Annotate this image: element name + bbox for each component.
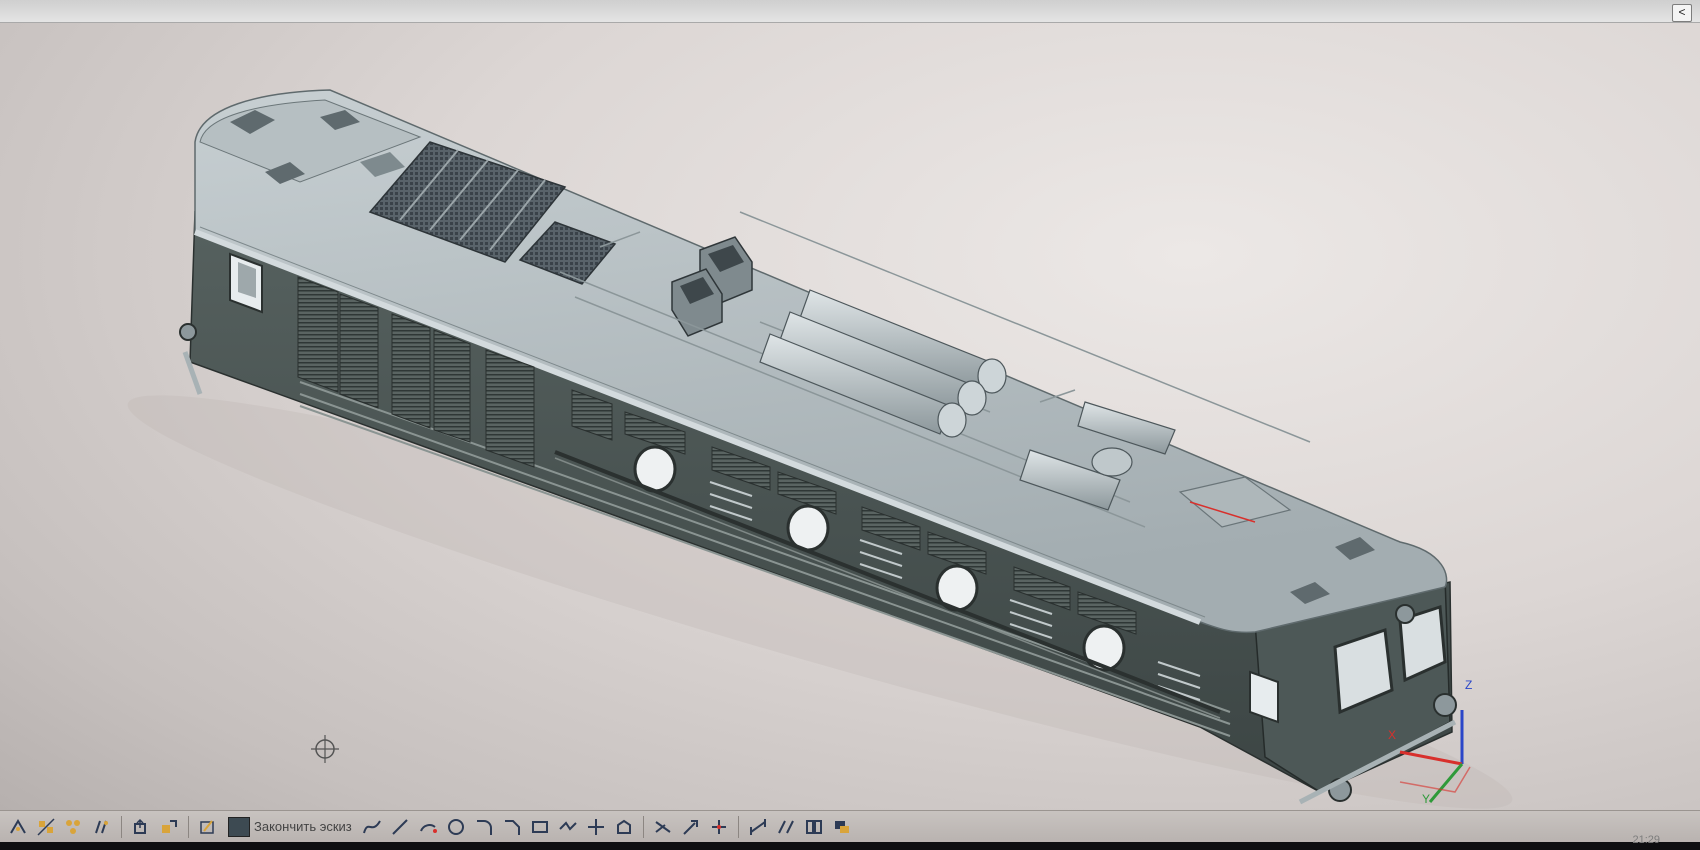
toolbar-separator [188,815,189,838]
crosshair-cursor-icon [311,735,339,763]
chamfer-icon[interactable] [500,815,524,839]
toolbar-separator [121,815,122,838]
align-icon[interactable] [774,815,798,839]
trim-line-icon[interactable] [651,815,675,839]
chevron-left-icon: < [1678,5,1686,19]
axis-x-label: X [1388,728,1397,742]
finish-sketch-button[interactable]: Закончить эскиз [224,816,356,837]
locomotive-body-model [127,89,1513,809]
monitor-screen: < Z X Y Закончить эскиз 21:29 [0,0,1700,850]
sketch-toolbar: Закончить эскиз [0,810,1700,842]
trim-icon[interactable] [6,815,30,839]
project-icon[interactable] [129,815,153,839]
point-icon[interactable] [584,815,608,839]
extend-icon[interactable] [679,815,703,839]
toolbar-separator [737,815,739,838]
split-icon[interactable] [707,815,731,839]
finish-sketch-label: Закончить эскиз [254,819,352,834]
mirror-icon[interactable] [34,815,58,839]
line-icon[interactable] [388,815,412,839]
pattern-icon[interactable] [62,815,86,839]
collapse-panel-button[interactable]: < [1672,4,1692,22]
display-icon[interactable] [830,815,854,839]
axis-z-label: Z [1465,678,1473,692]
taskbar-clock: 21:29 [1632,834,1660,846]
constraint-icon[interactable] [157,815,181,839]
polygon-line-icon[interactable] [556,815,580,839]
window-title-strip: < [0,0,1700,23]
os-taskbar [0,842,1700,850]
shape-icon[interactable] [612,815,636,839]
rectangle-icon[interactable] [528,815,552,839]
axis-y-label: Y [1422,792,1431,806]
circle-icon[interactable] [444,815,468,839]
finish-sketch-icon [228,816,250,837]
spline-icon[interactable] [360,815,384,839]
dimension-icon[interactable] [746,815,770,839]
toolbar-separator [642,815,644,838]
offset-icon[interactable] [90,815,114,839]
fillet-icon[interactable] [472,815,496,839]
3d-viewport[interactable]: Z X Y [0,22,1700,810]
arc-icon[interactable] [416,815,440,839]
constraint-select-icon[interactable] [802,815,826,839]
sketch-icon[interactable] [196,815,220,839]
